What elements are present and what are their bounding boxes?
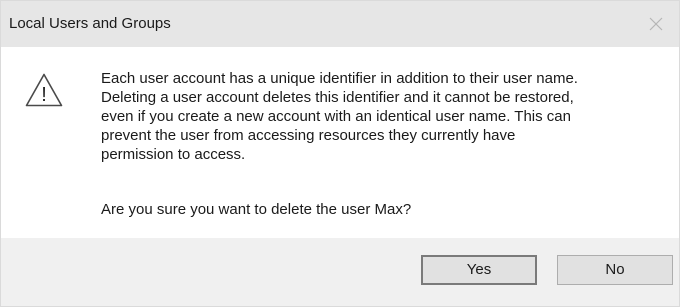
message-line: even if you create a new account with an… — [101, 108, 571, 125]
window-title: Local Users and Groups — [9, 15, 171, 32]
svg-text:!: ! — [41, 84, 47, 106]
message-line: prevent the user from accessing resource… — [101, 127, 516, 144]
title-bar[interactable]: Local Users and Groups — [1, 1, 679, 47]
button-bar: Yes No — [1, 238, 679, 306]
confirmation-question: Are you sure you want to delete the user… — [101, 201, 412, 218]
close-icon — [649, 17, 663, 31]
warning-icon: ! — [25, 73, 63, 107]
message-line: permission to access. — [101, 146, 246, 163]
message-line: Deleting a user account deletes this ide… — [101, 89, 574, 106]
close-button[interactable] — [635, 1, 679, 47]
no-button[interactable]: No — [557, 255, 673, 285]
yes-button[interactable]: Yes — [421, 255, 537, 285]
message-line: Each user account has a unique identifie… — [101, 70, 578, 87]
delete-user-dialog: Local Users and Groups ! Each user accou… — [0, 0, 680, 307]
message-text: Each user account has a unique identifie… — [101, 69, 671, 164]
